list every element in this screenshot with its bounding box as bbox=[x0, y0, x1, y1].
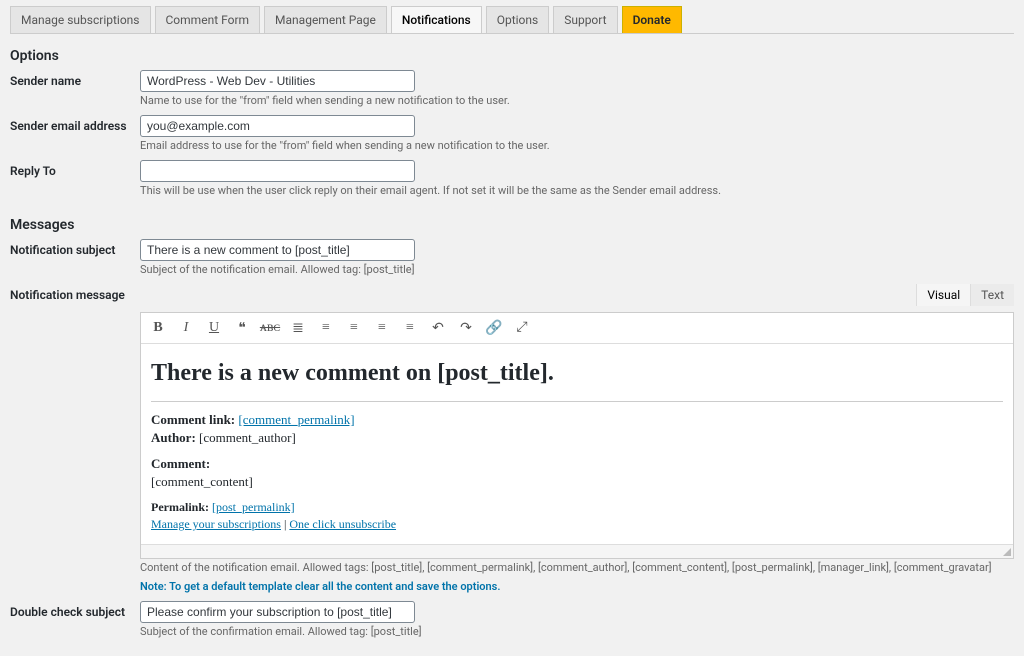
tab-options[interactable]: Options bbox=[486, 6, 550, 33]
tab-support[interactable]: Support bbox=[553, 6, 617, 33]
notification-editor: B I U ❝ ᴀʙᴄ ≣ ≡ ≡ ≡ ≡ ↶ ↷ 🔗 ⤢ There is a bbox=[140, 312, 1014, 559]
sender-email-label: Sender email address bbox=[10, 115, 140, 133]
fullscreen-icon[interactable]: ⤢ bbox=[513, 319, 531, 337]
notification-subject-help: Subject of the notification email. Allow… bbox=[140, 263, 1014, 276]
undo-icon[interactable]: ↶ bbox=[429, 319, 447, 337]
bold-icon[interactable]: B bbox=[149, 319, 167, 337]
manage-subscriptions-link[interactable]: Manage your subscriptions bbox=[151, 517, 281, 531]
numbers-icon[interactable]: ≡ bbox=[317, 319, 335, 337]
align-left-icon[interactable]: ≡ bbox=[345, 319, 363, 337]
admin-tabs: Manage subscriptions Comment Form Manage… bbox=[10, 6, 1014, 34]
underline-icon[interactable]: U bbox=[205, 319, 223, 337]
permalink-label: Permalink: bbox=[151, 500, 209, 514]
reply-to-input[interactable] bbox=[140, 160, 415, 182]
comment-label: Comment: bbox=[151, 456, 210, 471]
comment-link-label: Comment link: bbox=[151, 412, 235, 427]
editor-tab-text[interactable]: Text bbox=[970, 284, 1014, 306]
editor-content[interactable]: There is a new comment on [post_title]. … bbox=[141, 344, 1013, 544]
notification-message-label: Notification message bbox=[10, 284, 140, 302]
tab-comment-form[interactable]: Comment Form bbox=[155, 6, 261, 33]
editor-resize-handle[interactable] bbox=[141, 544, 1013, 558]
sender-name-input[interactable] bbox=[140, 70, 415, 92]
align-right-icon[interactable]: ≡ bbox=[401, 319, 419, 337]
sender-email-input[interactable] bbox=[140, 115, 415, 137]
bullets-icon[interactable]: ≣ bbox=[289, 319, 307, 337]
italic-icon[interactable]: I bbox=[177, 319, 195, 337]
sender-name-label: Sender name bbox=[10, 70, 140, 88]
section-messages-title: Messages bbox=[10, 217, 1014, 233]
editor-toolbar: B I U ❝ ᴀʙᴄ ≣ ≡ ≡ ≡ ≡ ↶ ↷ 🔗 ⤢ bbox=[141, 313, 1013, 344]
link-icon[interactable]: 🔗 bbox=[485, 319, 503, 337]
sender-name-help: Name to use for the "from" field when se… bbox=[140, 94, 1014, 107]
author-label: Author: bbox=[151, 430, 196, 445]
notification-message-help: Content of the notification email. Allow… bbox=[140, 561, 1014, 574]
reply-to-help: This will be use when the user click rep… bbox=[140, 184, 1014, 197]
comment-permalink-link[interactable]: [comment_permalink] bbox=[238, 412, 354, 427]
tab-manage-subscriptions[interactable]: Manage subscriptions bbox=[10, 6, 151, 33]
quote-icon[interactable]: ❝ bbox=[233, 319, 251, 337]
comment-value: [comment_content] bbox=[151, 474, 253, 489]
editor-heading: There is a new comment on [post_title]. bbox=[151, 360, 1003, 387]
section-options-title: Options bbox=[10, 48, 1014, 64]
notification-subject-input[interactable] bbox=[140, 239, 415, 261]
double-check-subject-help: Subject of the confirmation email. Allow… bbox=[140, 625, 1014, 638]
align-center-icon[interactable]: ≡ bbox=[373, 319, 391, 337]
author-value: [comment_author] bbox=[199, 430, 296, 445]
tab-notifications[interactable]: Notifications bbox=[391, 6, 482, 33]
notification-message-note: Note: To get a default template clear al… bbox=[140, 580, 1014, 593]
link-separator: | bbox=[281, 517, 289, 531]
strikethrough-icon[interactable]: ᴀʙᴄ bbox=[261, 319, 279, 337]
tab-donate[interactable]: Donate bbox=[622, 6, 682, 33]
post-permalink-link[interactable]: [post_permalink] bbox=[212, 500, 295, 514]
sender-email-help: Email address to use for the "from" fiel… bbox=[140, 139, 1014, 152]
redo-icon[interactable]: ↷ bbox=[457, 319, 475, 337]
tab-management-page[interactable]: Management Page bbox=[264, 6, 387, 33]
double-check-subject-input[interactable] bbox=[140, 601, 415, 623]
notification-subject-label: Notification subject bbox=[10, 239, 140, 257]
editor-tab-visual[interactable]: Visual bbox=[916, 284, 970, 306]
unsubscribe-link[interactable]: One click unsubscribe bbox=[289, 517, 396, 531]
double-check-subject-label: Double check subject bbox=[10, 601, 140, 619]
reply-to-label: Reply To bbox=[10, 160, 140, 178]
